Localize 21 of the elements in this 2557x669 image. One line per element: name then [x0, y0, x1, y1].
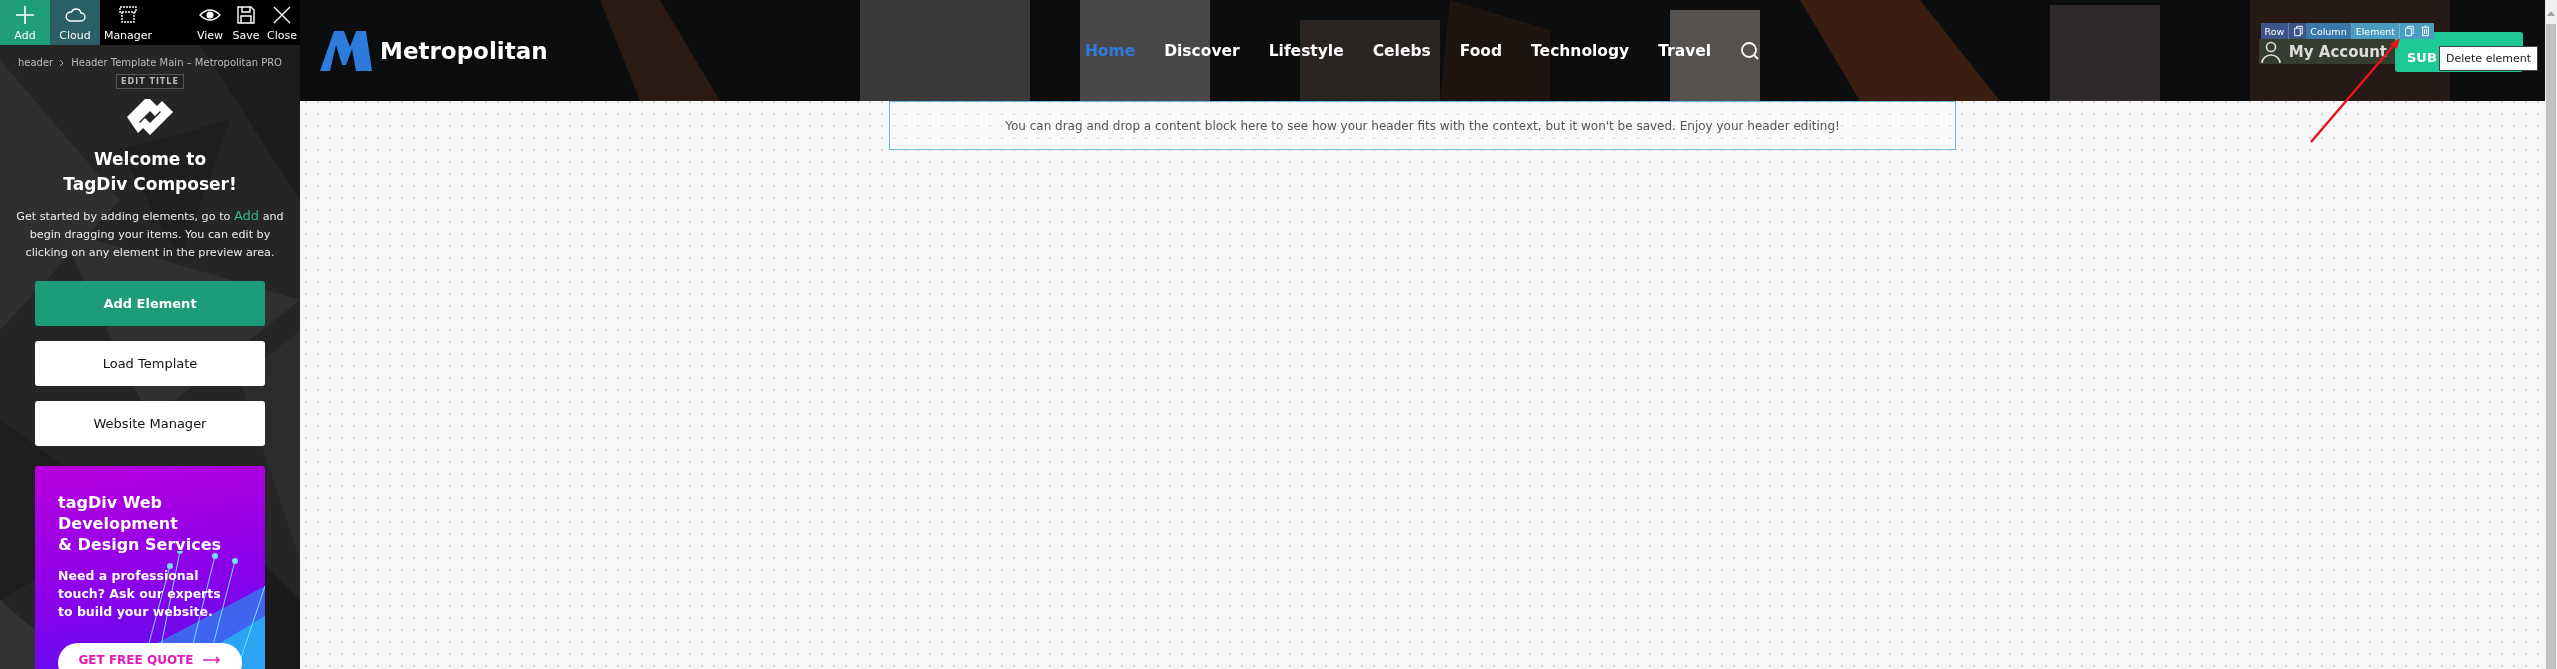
copy-icon[interactable]: [2289, 23, 2307, 39]
trash-icon[interactable]: [2417, 23, 2434, 39]
nav-link[interactable]: Discover: [1164, 41, 1240, 60]
tooltip: Delete element: [2439, 46, 2538, 71]
scrollbar-thumb[interactable]: [2546, 24, 2556, 669]
up-arrow-icon[interactable]: [2547, 10, 2555, 16]
nav-link[interactable]: Technology: [1531, 41, 1630, 60]
drop-zone-hint: You can drag and drop a content block here to see how your header fits with the context, but it won't be saved. Enjoy your header editing!: [889, 101, 1956, 150]
logo-icon: [320, 30, 372, 71]
nav-link[interactable]: Lifestyle: [1268, 41, 1344, 60]
copy-icon[interactable]: [2400, 23, 2417, 39]
user-icon: [2260, 40, 2281, 63]
nav-link[interactable]: Travel: [1658, 41, 1712, 60]
search-icon[interactable]: [1740, 40, 1761, 61]
edit-bar-tab[interactable]: Column: [2306, 23, 2352, 39]
account-link[interactable]: My Account: [2258, 39, 2395, 64]
edit-bar-tab[interactable]: Row: [2260, 23, 2290, 39]
site-logo-text[interactable]: Metropolitan: [380, 37, 548, 64]
scrollbar[interactable]: [2545, 0, 2557, 669]
nav-link[interactable]: Celebs: [1372, 41, 1431, 60]
nav-link[interactable]: Food: [1459, 41, 1503, 60]
